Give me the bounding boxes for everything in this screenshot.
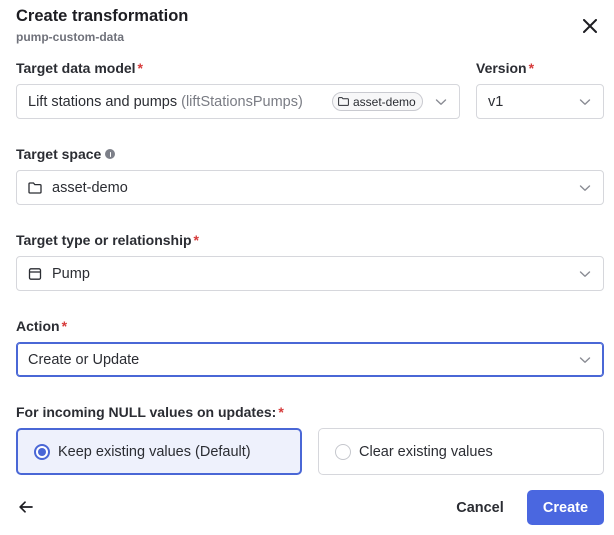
keep-existing-values-label: Keep existing values (Default) — [58, 443, 251, 460]
close-button[interactable] — [578, 14, 602, 38]
required-marker: * — [528, 60, 535, 76]
back-button[interactable] — [16, 497, 36, 517]
action-value: Create or Update — [28, 351, 140, 368]
chevron-down-icon — [435, 98, 447, 105]
target-space-label: Target space — [16, 146, 116, 162]
radio-unselected[interactable] — [335, 443, 351, 460]
target-type-value: Pump — [52, 265, 90, 282]
keep-existing-values-option[interactable]: Keep existing values (Default) — [16, 428, 302, 475]
action-label: Action * — [16, 318, 68, 334]
close-icon — [583, 19, 597, 33]
required-marker: * — [137, 60, 143, 76]
clear-existing-values-label: Clear existing values — [359, 443, 493, 460]
version-value: v1 — [488, 93, 504, 110]
target-space-select[interactable]: asset-demo — [16, 170, 604, 205]
required-marker: * — [278, 404, 284, 420]
target-data-model-select[interactable]: Lift stations and pumps (liftStationsPum… — [16, 84, 460, 119]
required-marker: * — [61, 318, 68, 334]
target-type-select[interactable]: Pump — [16, 256, 604, 291]
version-label: Version * — [476, 60, 535, 76]
space-chip: asset-demo — [332, 92, 423, 111]
target-type-label: Target type or relationship * — [16, 232, 199, 248]
folder-icon — [338, 97, 349, 106]
target-data-model-value: Lift stations and pumps — [28, 93, 178, 110]
clear-existing-values-option[interactable]: Clear existing values — [318, 428, 604, 475]
version-select[interactable]: v1 — [476, 84, 604, 119]
arrow-left-icon — [19, 501, 33, 513]
target-data-model-external-id: (liftStationsPumps) — [181, 93, 303, 110]
type-icon — [28, 267, 42, 280]
dialog-title: Create transformation — [16, 7, 189, 25]
required-marker: * — [193, 232, 199, 248]
folder-icon — [28, 181, 42, 194]
space-chip-label: asset-demo — [353, 94, 416, 109]
chevron-down-icon — [579, 270, 591, 277]
chevron-down-icon — [579, 98, 591, 105]
chevron-down-icon — [579, 356, 591, 363]
cancel-button[interactable]: Cancel — [440, 490, 520, 525]
info-icon[interactable] — [105, 149, 116, 159]
target-data-model-label: Target data model * — [16, 60, 143, 76]
dialog-subtitle: pump-custom-data — [16, 30, 124, 44]
radio-selected[interactable] — [34, 443, 50, 460]
target-space-value: asset-demo — [52, 179, 128, 196]
action-select[interactable]: Create or Update — [16, 342, 604, 377]
chevron-down-icon — [579, 184, 591, 191]
create-transformation-dialog: Create transformation pump-custom-data T… — [0, 0, 614, 535]
null-values-label: For incoming NULL values on updates: * — [16, 404, 284, 420]
create-button[interactable]: Create — [527, 490, 604, 525]
